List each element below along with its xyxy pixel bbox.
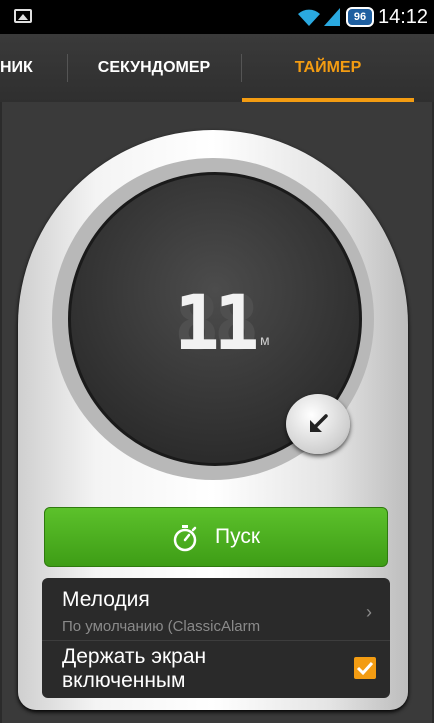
wifi-icon xyxy=(298,9,320,26)
arrow-down-left-icon xyxy=(310,414,328,432)
melody-setting[interactable]: Мелодия По умолчанию (ClassicAlarm › xyxy=(42,578,390,640)
tab-alarm[interactable]: НИК xyxy=(0,34,66,102)
gallery-icon xyxy=(14,9,32,23)
status-time: 14:12 xyxy=(378,6,429,28)
start-button[interactable]: Пуск xyxy=(44,507,388,567)
chevron-right-icon: › xyxy=(366,602,372,622)
melody-title: Мелодия xyxy=(62,588,150,611)
battery-icon: 96 xyxy=(346,7,374,27)
tab-stopwatch[interactable]: СЕКУНДОМЕР xyxy=(68,34,240,102)
timer-unit: м xyxy=(260,332,270,348)
melody-value: По умолчанию (ClassicAlarm xyxy=(62,618,261,635)
collapse-button[interactable] xyxy=(286,394,350,454)
keep-screen-on-setting[interactable]: Держать экран включенным xyxy=(42,641,390,698)
battery-level: 96 xyxy=(353,11,367,23)
signal-icon xyxy=(324,8,340,26)
stopwatch-icon xyxy=(173,525,197,552)
keep-screen-on-checkbox[interactable] xyxy=(354,657,376,679)
checkmark-icon xyxy=(356,661,374,676)
tab-timer[interactable]: ТАЙМЕР xyxy=(242,34,414,102)
timer-display: 11 xyxy=(174,278,259,367)
keep-screen-on-label: Держать экран включенным xyxy=(62,645,207,692)
settings-list: Мелодия По умолчанию (ClassicAlarm › Дер… xyxy=(42,578,390,698)
start-button-label: Пуск xyxy=(215,525,261,548)
status-bar: 96 14:12 xyxy=(0,0,434,34)
tab-bar: НИК СЕКУНДОМЕР ТАЙМЕР xyxy=(0,34,434,102)
